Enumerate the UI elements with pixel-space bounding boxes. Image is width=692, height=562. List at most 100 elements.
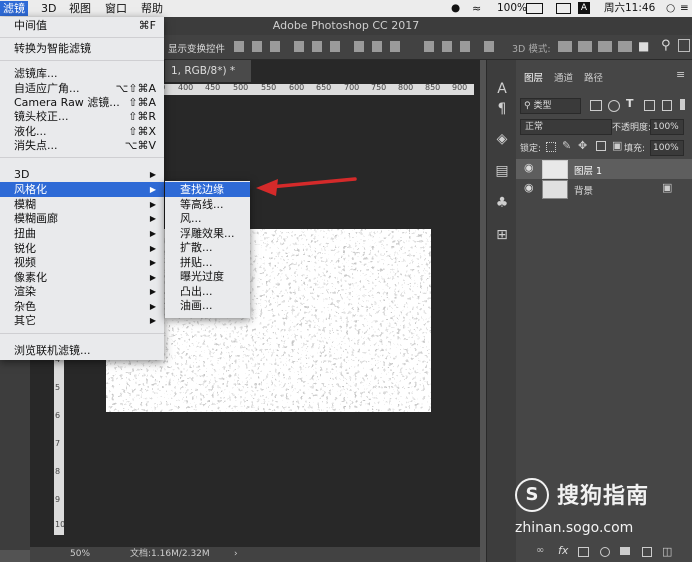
3d-panel-icon[interactable]: ◈ [493, 130, 511, 148]
menu-item-median[interactable]: 中间值 ⌘F [14, 18, 160, 33]
menu-item-tiles[interactable]: 拼贴... [180, 256, 248, 270]
menu-item-blur[interactable]: 模糊 ▶ [14, 197, 160, 212]
zoom-level[interactable]: 50% [70, 547, 90, 562]
tab-paths[interactable]: 路径 [584, 70, 603, 84]
menu-list-icon[interactable]: ≡ [680, 1, 689, 16]
3d-roll-icon[interactable] [578, 41, 592, 52]
fill-input[interactable]: 100% [650, 140, 684, 156]
menu-item-oil-paint[interactable]: 油画... [180, 299, 248, 313]
wifi-icon[interactable]: ≈ [472, 1, 481, 16]
menu-item-convert-smart-filter[interactable]: 转换为智能滤镜 [14, 41, 160, 56]
input-method-icon[interactable]: A [578, 2, 590, 14]
eye-icon[interactable]: ◉ [524, 181, 534, 194]
character-panel-icon[interactable]: A [493, 80, 511, 98]
filter-toggle-icon[interactable] [680, 99, 685, 110]
menu-filter[interactable]: 滤镜 [0, 1, 28, 16]
menu-item-sharpen[interactable]: 锐化 ▶ [14, 241, 160, 256]
menu-item-trace-contour[interactable]: 等高线... [180, 198, 248, 212]
menu-item-liquify[interactable]: 液化... ⇧⌘X [14, 124, 160, 139]
align-center-icon[interactable] [252, 41, 262, 52]
distribute-top-icon[interactable] [354, 41, 364, 52]
panel-menu-icon[interactable]: ≡ [676, 68, 685, 81]
kind-filter[interactable]: ⚲ 类型 [520, 98, 581, 114]
lock-all-icon[interactable]: ▣ [612, 139, 622, 152]
distribute-right-icon[interactable] [460, 41, 470, 52]
show-transform-controls[interactable]: 显示变换控件 [168, 41, 225, 55]
menu-item-render[interactable]: 渲染 ▶ [14, 284, 160, 299]
distribute-bottom-icon[interactable] [390, 41, 400, 52]
menu-view[interactable]: 视图 [66, 1, 94, 16]
clock[interactable]: 周六11:46 [604, 1, 655, 16]
3d-scale-icon[interactable]: ■ [638, 39, 650, 53]
align-top-icon[interactable] [294, 41, 304, 52]
document-tab[interactable]: 1, RGB/8*) * [165, 60, 251, 82]
layer-name[interactable]: 图层 1 [574, 163, 602, 177]
menu-item-solarize[interactable]: 曝光过度 [180, 270, 248, 284]
menu-3d[interactable]: 3D [38, 1, 59, 16]
libraries-panel-icon[interactable]: ♣ [493, 194, 511, 212]
layer-row[interactable]: ◉ 背景 ▣ [516, 179, 692, 199]
menu-item-extrude[interactable]: 凸出... [180, 285, 248, 299]
filter-smart-object-icon[interactable] [662, 100, 672, 111]
filter-shape-icon[interactable] [644, 100, 655, 111]
layer-row[interactable]: ◉ 图层 1 [516, 159, 692, 179]
auto-align-icon[interactable] [484, 41, 494, 52]
trash-icon[interactable]: ◫ [662, 545, 672, 558]
crop-icon[interactable]: ⊞ [493, 226, 511, 244]
menu-item-browse-filters-online[interactable]: 浏览联机滤镜... [14, 343, 160, 358]
search-icon[interactable]: ⚲ [661, 38, 671, 53]
search-icon[interactable]: ○ [666, 1, 675, 16]
tab-channels[interactable]: 通道 [554, 70, 573, 84]
menu-item-wind[interactable]: 风... [180, 212, 248, 226]
status-chevron-icon[interactable]: › [234, 547, 238, 562]
menu-item-noise[interactable]: 杂色 ▶ [14, 299, 160, 314]
distribute-hcenter-icon[interactable] [442, 41, 452, 52]
lock-transparent-icon[interactable] [546, 142, 556, 152]
opacity-input[interactable]: 100% [650, 119, 684, 135]
align-middle-icon[interactable] [312, 41, 322, 52]
fx-icon[interactable]: fx [558, 544, 568, 557]
3d-pan-icon[interactable] [598, 41, 612, 52]
workspace-icon[interactable] [678, 39, 690, 52]
menu-item-pixelate[interactable]: 像素化 ▶ [14, 270, 160, 285]
menu-window[interactable]: 窗口 [102, 1, 130, 16]
properties-panel-icon[interactable]: ▤ [493, 162, 511, 180]
menu-item-stylize[interactable]: 风格化 ▶ [14, 182, 160, 197]
3d-orbit-icon[interactable] [558, 41, 572, 52]
menu-help[interactable]: 帮助 [138, 1, 166, 16]
notification-icon[interactable]: ● [451, 1, 460, 16]
lock-artboard-icon[interactable] [596, 141, 606, 151]
filter-adjustment-icon[interactable] [608, 100, 620, 112]
new-layer-icon[interactable] [642, 547, 652, 557]
menu-item-3d[interactable]: 3D ▶ [14, 167, 160, 182]
menu-item-video[interactable]: 视频 ▶ [14, 255, 160, 270]
menu-item-lens-correction[interactable]: 镜头校正... ⇧⌘R [14, 109, 160, 124]
lock-position-icon[interactable]: ✥ [578, 139, 587, 152]
link-layers-icon[interactable]: ∞ [536, 545, 544, 556]
menu-item-filter-gallery[interactable]: 滤镜库... [14, 66, 160, 81]
battery-icon[interactable] [526, 3, 543, 14]
blend-mode-select[interactable]: 正常 [520, 119, 612, 135]
align-left-icon[interactable] [234, 41, 244, 52]
airplay-icon[interactable] [556, 3, 571, 14]
add-mask-icon[interactable] [578, 547, 589, 557]
distribute-middle-icon[interactable] [372, 41, 382, 52]
paragraph-panel-icon[interactable]: ¶ [493, 100, 511, 118]
menu-item-vanishing-point[interactable]: 消失点... ⌥⌘V [14, 138, 160, 153]
layer-name[interactable]: 背景 [574, 183, 593, 197]
menu-item-other[interactable]: 其它 ▶ [14, 313, 160, 328]
menu-item-adaptive-wide-angle[interactable]: 自适应广角... ⌥⇧⌘A [14, 81, 160, 96]
folder-icon[interactable] [620, 547, 630, 555]
menu-item-distort[interactable]: 扭曲 ▶ [14, 226, 160, 241]
menu-item-camera-raw[interactable]: Camera Raw 滤镜... ⇧⌘A [14, 95, 160, 110]
menu-item-diffuse[interactable]: 扩散... [180, 241, 248, 255]
eye-icon[interactable]: ◉ [524, 161, 534, 174]
distribute-left-icon[interactable] [424, 41, 434, 52]
tab-layers[interactable]: 图层 [524, 70, 543, 84]
menu-item-find-edges[interactable]: 查找边缘 [180, 183, 248, 197]
align-right-icon[interactable] [270, 41, 280, 52]
lock-image-icon[interactable]: ✎ [562, 139, 571, 152]
menu-item-emboss[interactable]: 浮雕效果... [180, 227, 248, 241]
align-bottom-icon[interactable] [330, 41, 340, 52]
menu-item-blur-gallery[interactable]: 模糊画廊 ▶ [14, 211, 160, 226]
